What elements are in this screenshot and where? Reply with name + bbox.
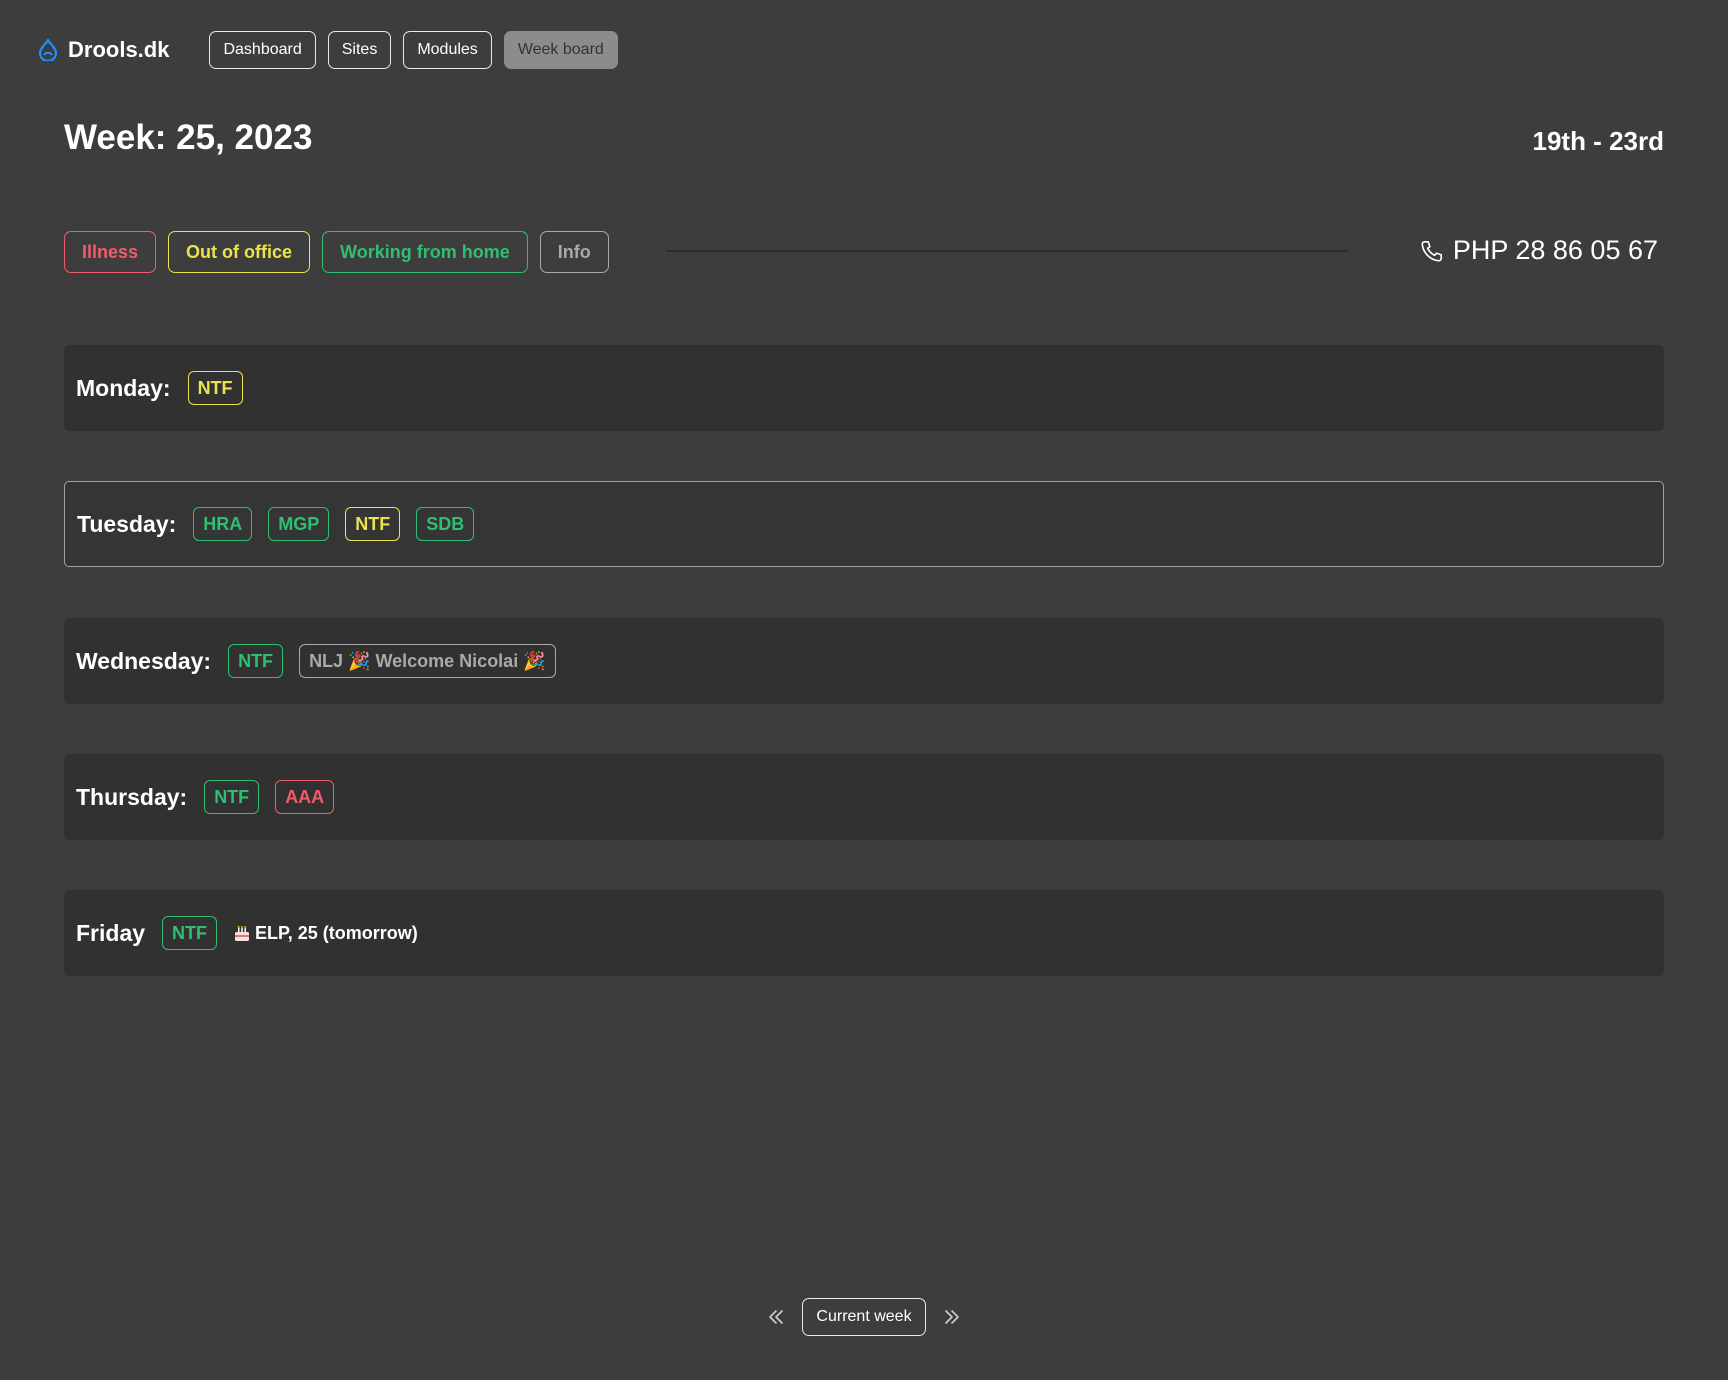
info-tag: NLJ 🎉 Welcome Nicolai 🎉 xyxy=(299,644,556,678)
legend-info: Info xyxy=(539,231,609,273)
employee-tag: AAA xyxy=(275,780,335,814)
legend-illness: Illness xyxy=(64,231,157,273)
week-date-range: 19th - 23rd xyxy=(1532,126,1665,156)
chevrons-left-icon[interactable] xyxy=(766,1307,786,1327)
current-week-button[interactable]: Current week xyxy=(802,1298,926,1336)
employee-tag: MGP xyxy=(268,507,330,541)
day-label: Wednesday: xyxy=(76,647,212,674)
day-row-friday: Friday NTF ELP, 25 (tomorrow) xyxy=(64,890,1664,976)
phone-icon xyxy=(1419,238,1445,264)
status-legend: Illness Out of office Working from home … xyxy=(64,231,621,273)
chevrons-right-icon[interactable] xyxy=(942,1307,962,1327)
nav-modules-button[interactable]: Modules xyxy=(403,31,492,69)
day-row-monday: Monday: NTF xyxy=(64,345,1664,431)
day-label: Monday: xyxy=(76,374,171,401)
day-row-tuesday: Tuesday: HRA MGP NTF SDB xyxy=(64,481,1664,567)
legend-working-from-home: Working from home xyxy=(322,231,528,273)
day-label: Tuesday: xyxy=(77,510,177,537)
nav-sites-button[interactable]: Sites xyxy=(327,31,392,69)
birthday-text: ELP, 25 (tomorrow) xyxy=(255,922,418,943)
legend-out-of-office: Out of office xyxy=(168,231,311,273)
employee-tag: NTF xyxy=(187,371,243,405)
day-row-thursday: Thursday: NTF AAA xyxy=(64,754,1664,840)
employee-tag: NTF xyxy=(228,644,284,678)
week-pager: Current week xyxy=(0,1298,1728,1336)
nav-week-board-button[interactable]: Week board xyxy=(503,31,618,69)
top-navigation: Drools.dk Dashboard Sites Modules Week b… xyxy=(38,30,630,70)
employee-tag: NTF xyxy=(345,507,401,541)
brand-name: Drools.dk xyxy=(68,37,170,62)
employee-tag: SDB xyxy=(416,507,475,541)
phone-number[interactable]: PHP 28 86 05 67 xyxy=(1419,235,1658,266)
day-row-wednesday: Wednesday: NTF NLJ 🎉 Welcome Nicolai 🎉 xyxy=(64,618,1664,704)
divider xyxy=(666,250,1348,252)
birthday-note: ELP, 25 (tomorrow) xyxy=(233,923,418,944)
employee-tag: HRA xyxy=(193,507,253,541)
page-title: Week: 25, 2023 xyxy=(64,118,313,157)
day-label: Friday xyxy=(76,919,146,946)
employee-tag: NTF xyxy=(162,916,218,950)
employee-tag: NTF xyxy=(204,780,260,814)
nav-dashboard-button[interactable]: Dashboard xyxy=(209,31,316,69)
day-label: Thursday: xyxy=(76,783,188,810)
cake-icon xyxy=(233,924,251,942)
phone-number-text: PHP 28 86 05 67 xyxy=(1452,235,1658,265)
drupal-drop-icon xyxy=(38,39,58,61)
brand[interactable]: Drools.dk xyxy=(38,37,169,63)
